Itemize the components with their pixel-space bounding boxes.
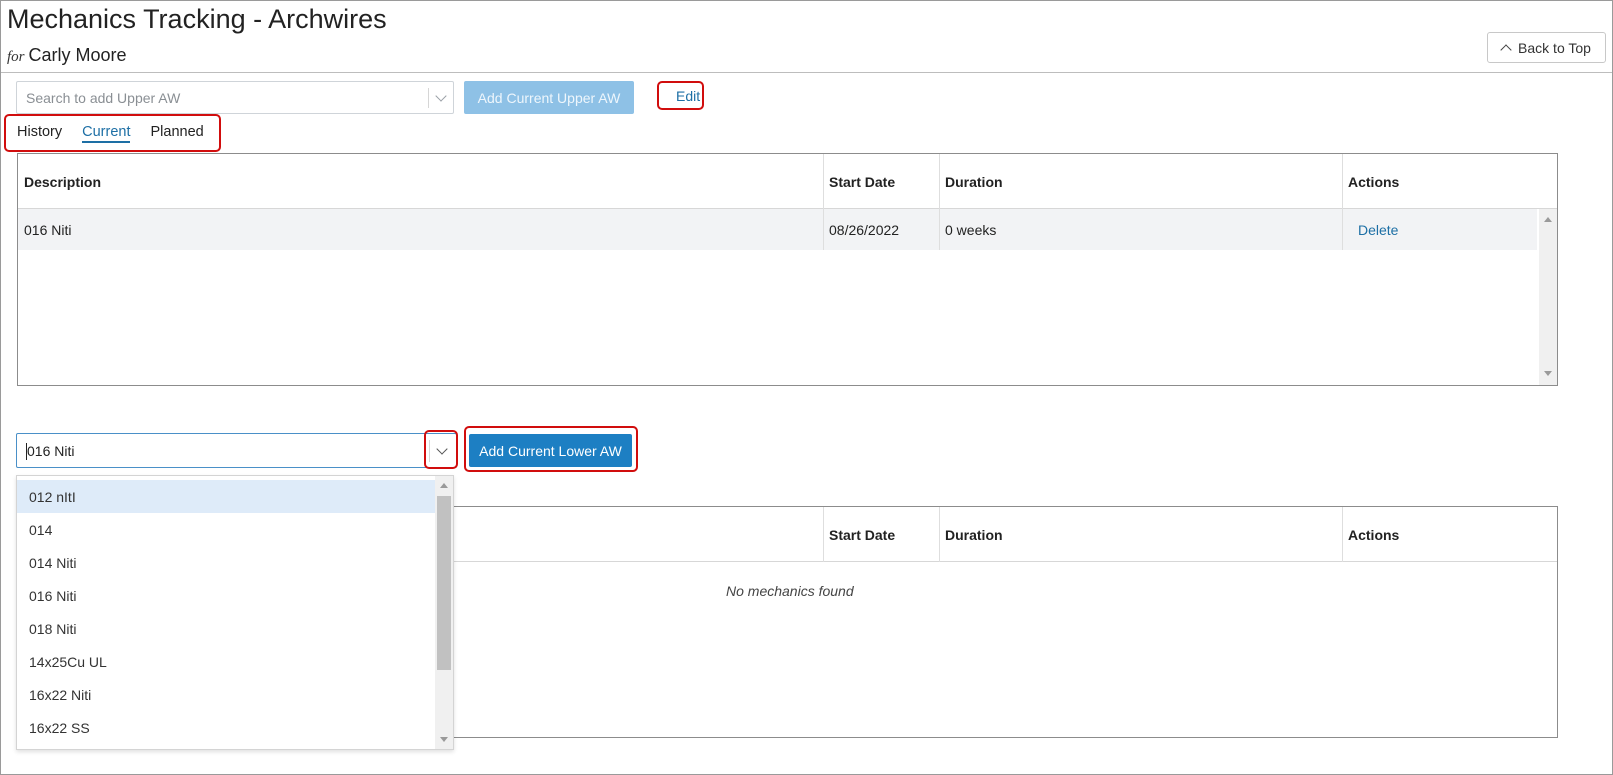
empty-message: No mechanics found (726, 583, 854, 599)
upper-aw-table: Description Start Date Duration Actions … (17, 153, 1558, 386)
dropdown-option[interactable]: 14x25Cu UL (17, 645, 435, 678)
column-divider (1342, 507, 1343, 562)
chevron-down-icon[interactable] (435, 90, 447, 102)
add-lower-highlight (464, 426, 638, 472)
dropdown-option[interactable]: 014 (17, 513, 435, 546)
page-title: Mechanics Tracking - Archwires (7, 4, 387, 34)
dropdown-option[interactable]: 012 nItI (17, 480, 435, 513)
upper-aw-search-placeholder: Search to add Upper AW (26, 90, 181, 106)
upper-table-header: Description Start Date Duration Actions (18, 154, 1557, 209)
back-to-top-label: Back to Top (1518, 39, 1591, 56)
patient-name: Carly Moore (28, 45, 127, 65)
dropdown-option[interactable]: 016 Niti (17, 579, 435, 612)
dropdown-option[interactable]: 018 Niti (17, 612, 435, 645)
tabs-highlight (4, 114, 221, 152)
upper-table-scrollbar[interactable] (1539, 209, 1557, 385)
col-actions: Actions (1348, 173, 1400, 190)
delete-link[interactable]: Delete (1358, 222, 1398, 238)
scrollbar-thumb[interactable] (437, 496, 451, 670)
column-divider (939, 209, 940, 250)
back-to-top-button[interactable]: Back to Top (1487, 32, 1606, 63)
upper-aw-search-separator (428, 88, 429, 108)
scroll-down-icon[interactable] (1544, 371, 1552, 376)
lower-aw-input-value: 016 Niti (27, 443, 75, 459)
col-description: Description (24, 173, 102, 190)
table-row[interactable]: 016 Niti 08/26/2022 0 weeks Delete (18, 209, 1537, 250)
scroll-up-icon[interactable] (1544, 217, 1552, 222)
column-divider (939, 507, 940, 562)
for-prefix: for (7, 49, 25, 65)
lower-aw-search-input[interactable]: 016 Niti (16, 433, 457, 468)
row-description: 016 Niti (24, 221, 72, 238)
chevron-up-icon (1500, 43, 1512, 56)
column-divider (1342, 209, 1343, 250)
dropdown-toggle-highlight (424, 430, 458, 469)
dropdown-scrollbar[interactable] (435, 476, 453, 749)
column-divider (823, 209, 824, 250)
scroll-up-icon[interactable] (440, 483, 448, 488)
col-duration: Duration (945, 526, 1003, 543)
header-divider (1, 72, 1612, 73)
col-actions: Actions (1348, 526, 1400, 543)
scroll-down-icon[interactable] (440, 737, 448, 742)
column-divider (823, 507, 824, 562)
add-upper-aw-button[interactable]: Add Current Upper AW (464, 81, 634, 114)
col-duration: Duration (945, 173, 1003, 190)
dropdown-option[interactable]: 014 Niti (17, 546, 435, 579)
edit-highlight (657, 81, 704, 110)
lower-aw-dropdown-menu: 012 nItI 014 014 Niti 016 Niti 018 Niti … (16, 475, 454, 750)
upper-aw-search[interactable]: Search to add Upper AW (16, 81, 454, 114)
patient-line: for Carly Moore (7, 45, 127, 66)
dropdown-option[interactable]: 16x22 SS (17, 711, 435, 744)
col-start-date: Start Date (829, 173, 896, 190)
row-duration: 0 weeks (945, 221, 997, 238)
col-start-date: Start Date (829, 526, 896, 543)
dropdown-option[interactable]: 16x22 Niti (17, 678, 435, 711)
row-start-date: 08/26/2022 (829, 221, 900, 238)
